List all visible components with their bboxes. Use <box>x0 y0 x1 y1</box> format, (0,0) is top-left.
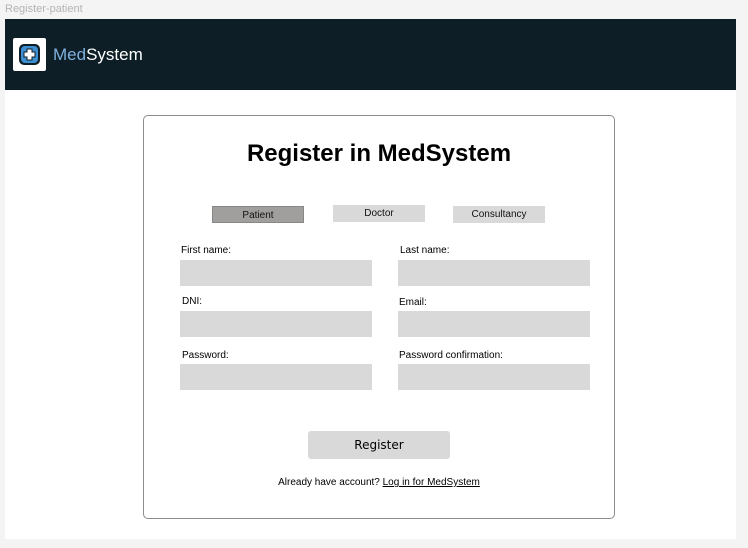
password-confirmation-input[interactable] <box>398 364 590 390</box>
password-confirmation-label: Password confirmation: <box>399 350 503 361</box>
first-name-label: First name: <box>181 245 232 256</box>
app-header: MedSystem <box>5 19 736 90</box>
last-name-input[interactable] <box>398 260 590 286</box>
register-card: Register in MedSystem Patient Doctor Con… <box>143 115 615 519</box>
dni-input[interactable] <box>180 311 372 337</box>
email-input[interactable] <box>398 311 590 337</box>
brand-name[interactable]: MedSystem <box>53 45 143 65</box>
first-name-input[interactable] <box>180 260 372 286</box>
tab-consultancy[interactable]: Consultancy <box>453 206 545 223</box>
login-prompt: Already have account? <box>278 477 380 488</box>
logo[interactable] <box>13 38 46 71</box>
login-link[interactable]: Log in for MedSystem <box>383 477 480 488</box>
frame-label: Register-patient <box>5 3 83 15</box>
password-input[interactable] <box>180 364 372 390</box>
page-frame: MedSystem Register in MedSystem Patient … <box>5 19 736 539</box>
page-title: Register in MedSystem <box>246 140 512 167</box>
password-label: Password: <box>182 350 229 361</box>
login-prompt-line: Already have account? Log in for MedSyst… <box>144 477 614 489</box>
tab-doctor[interactable]: Doctor <box>333 205 425 222</box>
register-button[interactable]: Register <box>308 431 450 459</box>
medical-cross-icon <box>19 44 40 65</box>
email-label: Email: <box>399 297 427 308</box>
last-name-label: Last name: <box>400 245 450 256</box>
brand-name-part1: Med <box>53 45 87 64</box>
tab-patient[interactable]: Patient <box>212 206 304 223</box>
brand-name-part2: System <box>86 45 143 64</box>
dni-label: DNI: <box>182 296 202 307</box>
